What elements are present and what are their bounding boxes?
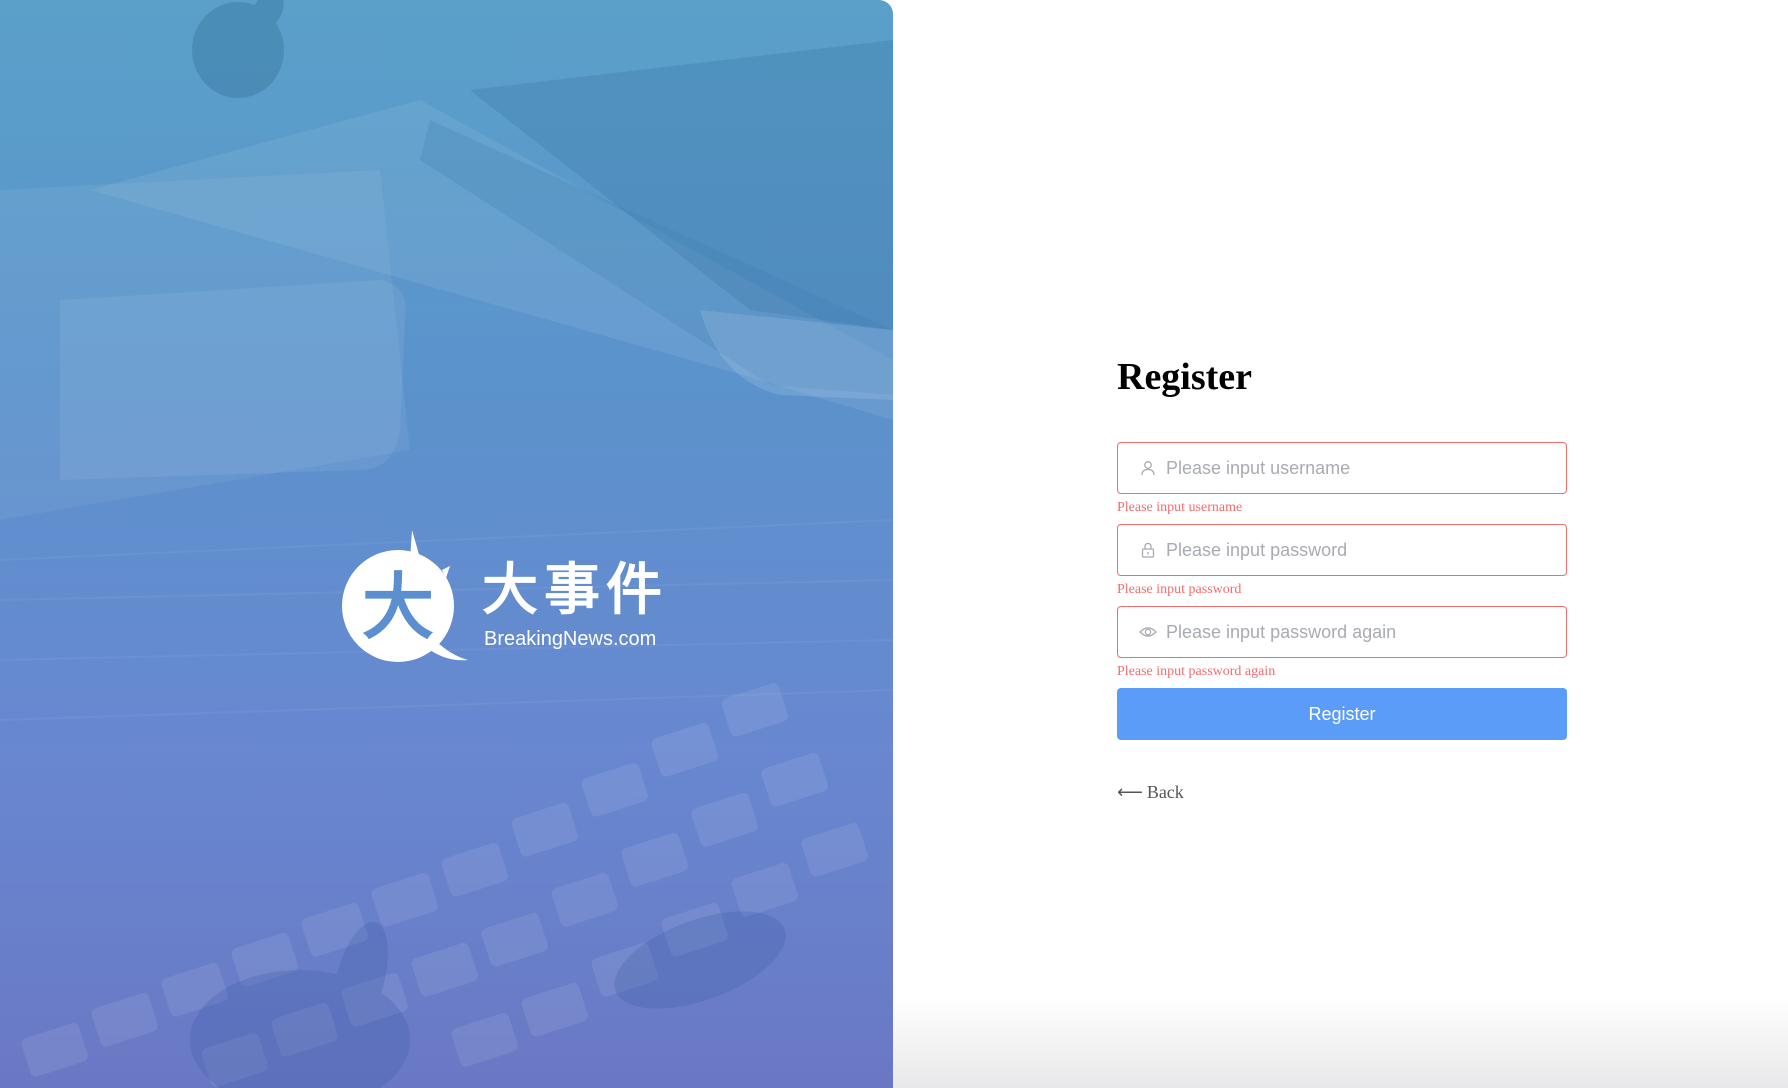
user-icon — [1138, 458, 1158, 478]
repassword-field[interactable] — [1117, 606, 1567, 658]
password-input[interactable] — [1166, 526, 1566, 574]
password-error: Please input password — [1117, 582, 1242, 597]
lock-icon — [1138, 540, 1158, 560]
password-field[interactable] — [1117, 524, 1567, 576]
eye-icon[interactable] — [1138, 622, 1158, 642]
back-link[interactable]: ⟵ Back — [1117, 782, 1184, 803]
form-title: Register — [1117, 356, 1253, 398]
username-error: Please input username — [1117, 500, 1243, 515]
back-label: Back — [1146, 782, 1184, 802]
brand-name-cn: 大事件 — [482, 557, 668, 623]
brand-domain: BreakingNews.com — [484, 628, 657, 650]
brand-logo: 大 大事件 BreakingNews.com — [340, 530, 670, 665]
brand-mark-glyph: 大 — [362, 564, 434, 649]
repassword-error: Please input password again — [1117, 664, 1276, 679]
register-button[interactable]: Register — [1117, 688, 1567, 740]
brand-mark-icon: 大 — [342, 530, 468, 662]
back-arrow-icon: ⟵ — [1117, 782, 1143, 803]
register-page: 大 大事件 BreakingNews.com Register Please i… — [0, 0, 1788, 1088]
register-form: Register Please input username Please in… — [1117, 350, 1567, 803]
repassword-input[interactable] — [1166, 608, 1566, 656]
username-input[interactable] — [1166, 444, 1566, 492]
bottom-shade — [893, 998, 1788, 1088]
hero-panel: 大 大事件 BreakingNews.com — [0, 0, 893, 1088]
username-field[interactable] — [1117, 442, 1567, 494]
